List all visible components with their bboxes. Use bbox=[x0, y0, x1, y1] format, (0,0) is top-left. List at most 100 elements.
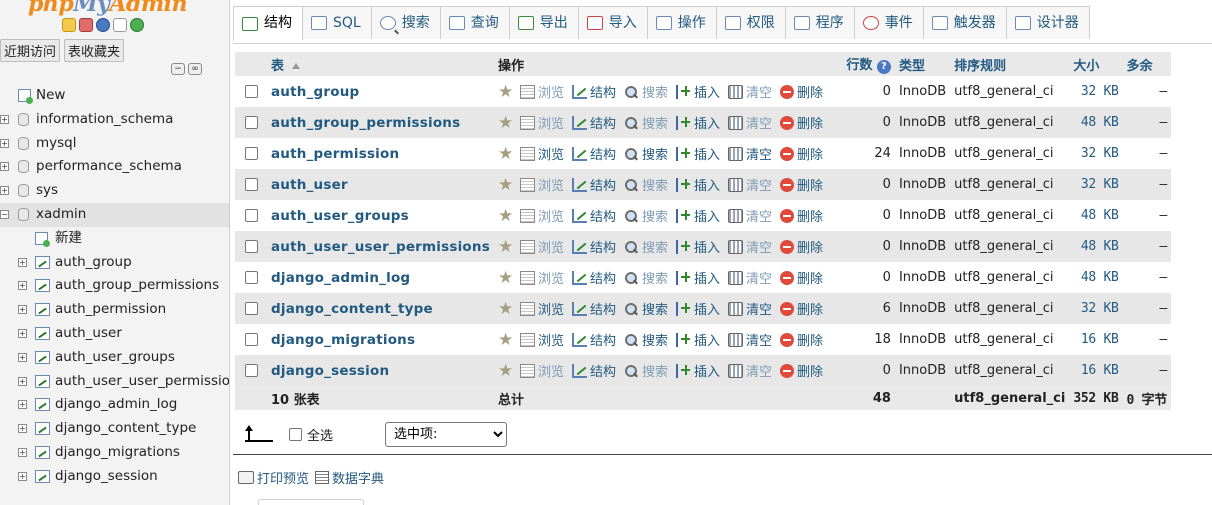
search-action[interactable]: 搜索 bbox=[624, 113, 668, 132]
expand-icon[interactable]: + bbox=[0, 138, 9, 148]
empty-action[interactable]: 清空 bbox=[728, 82, 772, 101]
favorite-star-icon[interactable]: ★ bbox=[498, 269, 514, 286]
expand-icon[interactable]: + bbox=[18, 447, 27, 457]
home-icon[interactable] bbox=[62, 18, 76, 32]
insert-action[interactable]: 插入 bbox=[676, 330, 720, 349]
insert-action[interactable]: 插入 bbox=[676, 113, 720, 132]
empty-action[interactable]: 清空 bbox=[728, 361, 772, 380]
tab-import[interactable]: 导入 bbox=[577, 6, 648, 39]
phpmyadmin-logo[interactable]: phpMyAdmin bbox=[28, 0, 187, 17]
drop-action[interactable]: 删除 bbox=[780, 144, 823, 163]
insert-action[interactable]: 插入 bbox=[676, 268, 720, 287]
insert-action[interactable]: 插入 bbox=[676, 299, 720, 318]
row-checkbox[interactable] bbox=[245, 178, 258, 191]
tab-query[interactable]: 查询 bbox=[439, 6, 510, 39]
header-type[interactable]: 类型 bbox=[894, 52, 951, 76]
documentation-icon[interactable] bbox=[113, 18, 127, 32]
insert-action[interactable]: 插入 bbox=[676, 237, 720, 256]
favorite-star-icon[interactable]: ★ bbox=[498, 114, 514, 131]
print-view-link[interactable]: 打印预览 bbox=[238, 468, 309, 487]
tree-item[interactable]: + auth_permission bbox=[0, 298, 229, 322]
table-name-link[interactable]: auth_user_user_permissions bbox=[271, 239, 490, 255]
tab-structure[interactable]: 结构 bbox=[233, 6, 303, 41]
drop-action[interactable]: 删除 bbox=[780, 299, 823, 318]
tree-item[interactable]: New bbox=[0, 84, 229, 108]
browse-action[interactable]: 浏览 bbox=[519, 330, 564, 349]
tree-item[interactable]: + mysql bbox=[0, 132, 229, 156]
drop-action[interactable]: 删除 bbox=[780, 330, 823, 349]
structure-action[interactable]: 结构 bbox=[571, 237, 616, 256]
size-cell[interactable]: 48 KB bbox=[1069, 200, 1123, 231]
table-name-link[interactable]: auth_permission bbox=[271, 146, 399, 162]
tab-sql[interactable]: SQL bbox=[302, 6, 372, 39]
structure-action[interactable]: 结构 bbox=[571, 206, 616, 225]
drop-action[interactable]: 删除 bbox=[780, 206, 823, 225]
expand-icon[interactable]: + bbox=[18, 257, 27, 267]
structure-action[interactable]: 结构 bbox=[571, 113, 616, 132]
expand-icon[interactable]: + bbox=[18, 305, 27, 315]
insert-action[interactable]: 插入 bbox=[676, 361, 720, 380]
tree-item[interactable]: + auth_group bbox=[0, 251, 229, 275]
insert-action[interactable]: 插入 bbox=[676, 82, 720, 101]
link-with-main-icon[interactable]: ∞ bbox=[188, 63, 202, 75]
drop-action[interactable]: 删除 bbox=[780, 82, 823, 101]
row-checkbox[interactable] bbox=[245, 364, 258, 377]
tree-item[interactable]: 新建 bbox=[0, 227, 229, 251]
favorite-star-icon[interactable]: ★ bbox=[498, 145, 514, 162]
logout-icon[interactable] bbox=[79, 18, 93, 32]
expand-icon[interactable]: + bbox=[18, 471, 27, 481]
browse-action[interactable]: 浏览 bbox=[519, 237, 564, 256]
header-overhead[interactable]: 多余 bbox=[1122, 52, 1171, 76]
structure-action[interactable]: 结构 bbox=[571, 175, 616, 194]
favorites-tab[interactable]: 表收藏夹 bbox=[64, 39, 125, 62]
table-name-link[interactable]: django_migrations bbox=[271, 332, 415, 348]
structure-action[interactable]: 结构 bbox=[571, 82, 616, 101]
expand-icon[interactable]: − bbox=[0, 209, 9, 219]
size-cell[interactable]: 16 KB bbox=[1069, 324, 1123, 355]
table-name-link[interactable]: django_admin_log bbox=[271, 270, 410, 286]
header-table[interactable]: 表 bbox=[267, 52, 494, 76]
browse-action[interactable]: 浏览 bbox=[519, 361, 564, 380]
row-checkbox[interactable] bbox=[245, 85, 258, 98]
expand-icon[interactable]: + bbox=[18, 424, 27, 434]
search-action[interactable]: 搜索 bbox=[624, 175, 668, 194]
header-size[interactable]: 大小 bbox=[1069, 52, 1123, 76]
tree-item[interactable]: − xadmin bbox=[0, 202, 229, 227]
size-cell[interactable]: 32 KB bbox=[1069, 293, 1123, 324]
search-action[interactable]: 搜索 bbox=[624, 144, 668, 163]
search-action[interactable]: 搜索 bbox=[624, 268, 668, 287]
size-cell[interactable]: 32 KB bbox=[1069, 169, 1123, 200]
expand-icon[interactable]: + bbox=[0, 114, 9, 124]
row-checkbox[interactable] bbox=[245, 333, 258, 346]
structure-action[interactable]: 结构 bbox=[571, 330, 616, 349]
row-checkbox[interactable] bbox=[245, 116, 258, 129]
insert-action[interactable]: 插入 bbox=[676, 144, 720, 163]
favorite-star-icon[interactable]: ★ bbox=[498, 300, 514, 317]
favorite-star-icon[interactable]: ★ bbox=[498, 238, 514, 255]
search-action[interactable]: 搜索 bbox=[624, 361, 668, 380]
tree-item[interactable]: + django_session bbox=[0, 465, 229, 489]
expand-icon[interactable]: + bbox=[0, 162, 9, 172]
empty-action[interactable]: 清空 bbox=[728, 113, 772, 132]
help-icon[interactable]: ? bbox=[876, 60, 891, 74]
structure-action[interactable]: 结构 bbox=[571, 299, 616, 318]
header-rows[interactable]: 行数 ? bbox=[838, 52, 895, 76]
favorite-star-icon[interactable]: ★ bbox=[498, 176, 514, 193]
drop-action[interactable]: 删除 bbox=[780, 175, 823, 194]
tree-item[interactable]: + django_migrations bbox=[0, 441, 229, 465]
insert-action[interactable]: 插入 bbox=[676, 175, 720, 194]
table-name-link[interactable]: auth_user bbox=[271, 177, 348, 193]
tree-item[interactable]: + auth_user_groups bbox=[0, 346, 229, 370]
reload-icon[interactable] bbox=[130, 18, 144, 32]
insert-action[interactable]: 插入 bbox=[676, 206, 720, 225]
drop-action[interactable]: 删除 bbox=[780, 113, 823, 132]
size-cell[interactable]: 32 KB bbox=[1069, 76, 1123, 107]
favorite-star-icon[interactable]: ★ bbox=[498, 331, 514, 348]
structure-action[interactable]: 结构 bbox=[571, 361, 616, 380]
expand-icon[interactable]: + bbox=[18, 352, 27, 362]
size-cell[interactable]: 48 KB bbox=[1069, 231, 1123, 262]
search-action[interactable]: 搜索 bbox=[624, 82, 668, 101]
tree-item[interactable]: + information_schema bbox=[0, 108, 229, 132]
select-all-checkbox[interactable] bbox=[289, 428, 302, 441]
header-collation[interactable]: 排序规则 bbox=[950, 52, 1070, 76]
